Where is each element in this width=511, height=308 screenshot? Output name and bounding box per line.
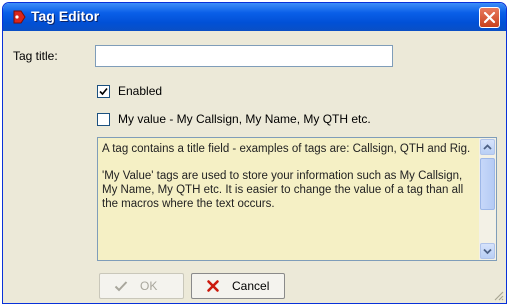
info-paragraph-1: A tag contains a title field - examples … <box>102 143 471 155</box>
checkmark-icon <box>99 87 108 95</box>
cancel-button[interactable]: Cancel <box>191 273 285 299</box>
vertical-scrollbar[interactable] <box>479 138 496 260</box>
scroll-up-button[interactable] <box>480 139 495 155</box>
scroll-down-button[interactable] <box>480 243 495 259</box>
info-text-box[interactable]: A tag contains a title field - examples … <box>97 137 497 261</box>
chevron-down-icon <box>483 248 492 255</box>
tag-title-label: Tag title: <box>13 49 58 63</box>
enabled-label: Enabled <box>118 84 163 98</box>
my-value-label: My value - My Callsign, My Name, My QTH … <box>118 112 371 126</box>
info-paragraph-2: 'My Value' tags are used to store your i… <box>102 170 464 210</box>
scroll-thumb[interactable] <box>480 158 495 210</box>
chevron-up-icon <box>483 144 492 150</box>
checkmark-icon <box>114 279 128 293</box>
my-value-checkbox-row[interactable]: My value - My Callsign, My Name, My QTH … <box>97 111 371 127</box>
info-text: A tag contains a title field - examples … <box>102 142 472 224</box>
enabled-checkbox-row[interactable]: Enabled <box>97 83 162 99</box>
cross-icon <box>206 279 220 293</box>
app-icon <box>11 9 27 25</box>
enabled-checkbox[interactable] <box>97 84 110 98</box>
title-bar[interactable]: Tag Editor <box>3 3 506 31</box>
ok-button[interactable]: OK <box>99 273 184 299</box>
close-icon <box>483 11 496 24</box>
close-button[interactable] <box>479 7 500 28</box>
tag-editor-dialog: Tag Editor Tag title: Enabled My value -… <box>2 2 507 304</box>
tag-title-input[interactable] <box>95 45 393 67</box>
resize-grip-icon[interactable] <box>492 289 504 301</box>
window-title: Tag Editor <box>31 8 100 24</box>
my-value-checkbox[interactable] <box>97 112 110 126</box>
cancel-label: Cancel <box>232 279 270 293</box>
ok-label: OK <box>140 279 158 293</box>
